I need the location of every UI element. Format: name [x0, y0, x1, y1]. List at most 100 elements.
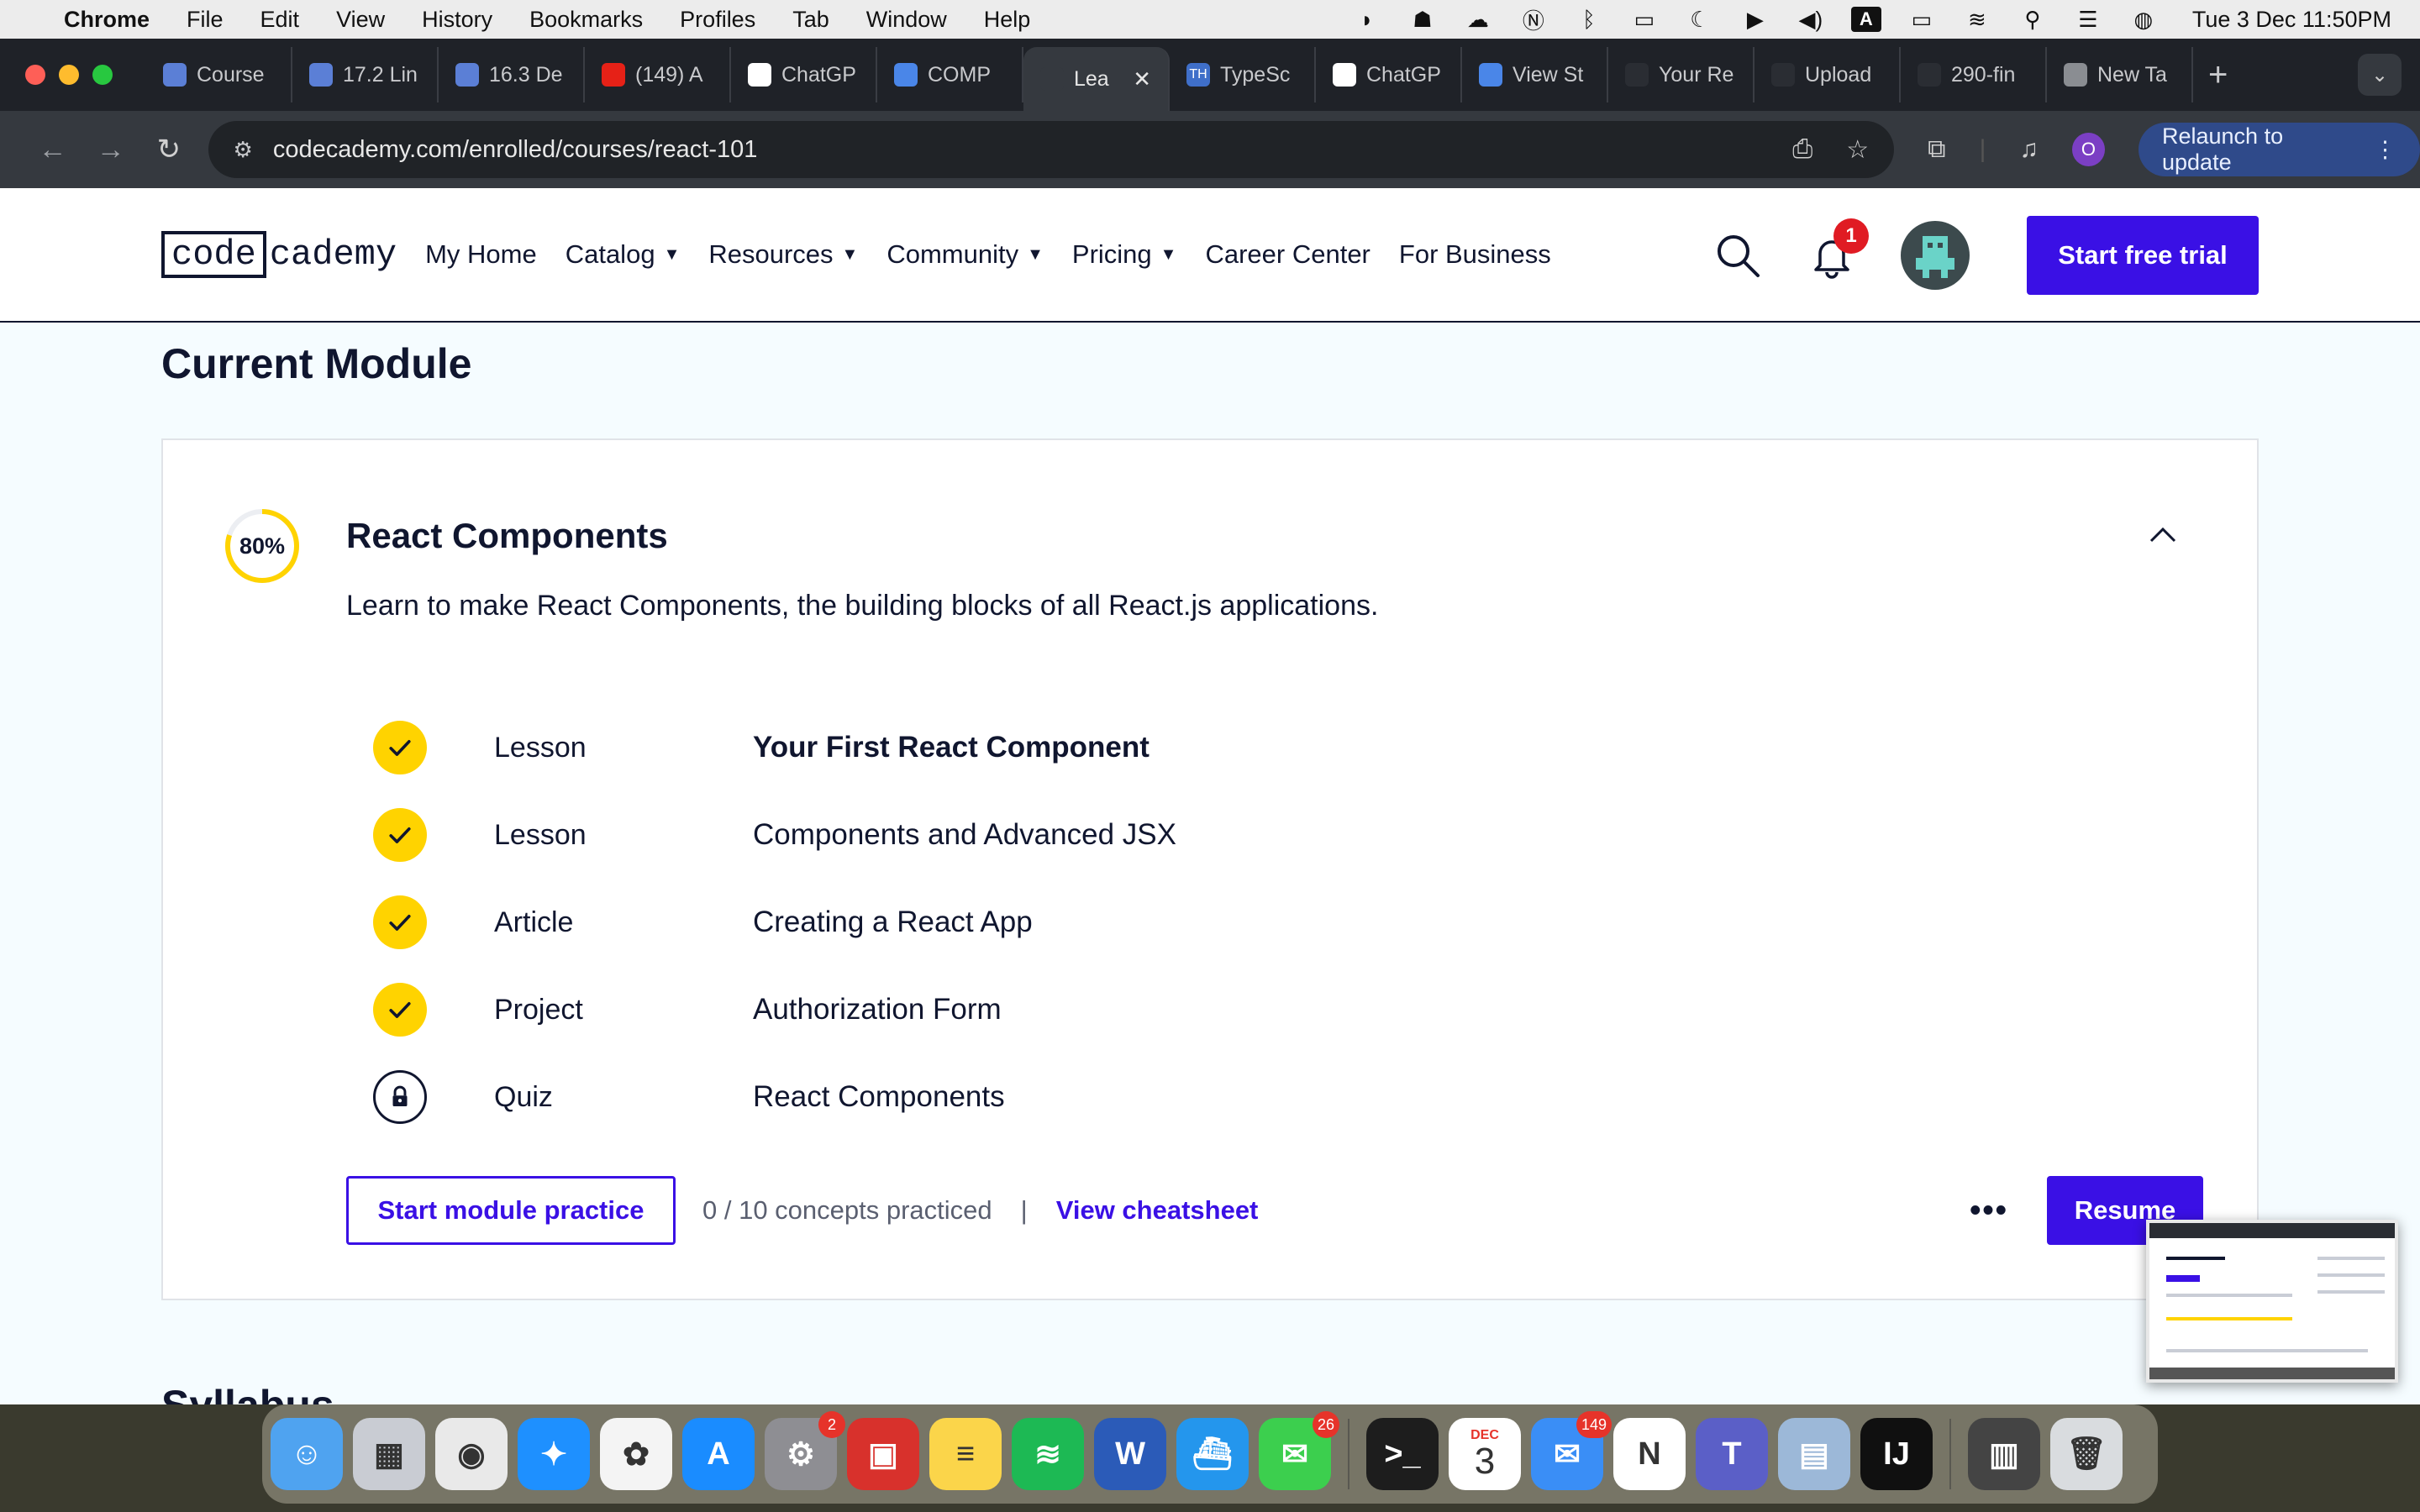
screenshot-icon[interactable]: ▥: [1968, 1418, 2040, 1490]
tab-6[interactable]: Lea ✕: [1023, 47, 1170, 111]
siri-icon[interactable]: ◍: [2128, 7, 2159, 32]
new-tab-button[interactable]: +: [2208, 56, 2228, 94]
mail-icon[interactable]: ✉ 149: [1531, 1411, 1612, 1490]
profile-avatar[interactable]: O: [2071, 133, 2105, 166]
install-app-icon[interactable]: ⎙: [1792, 135, 1812, 165]
menu-help[interactable]: Help: [984, 7, 1031, 33]
menu-view[interactable]: View: [336, 7, 385, 33]
address-bar[interactable]: ⚙ codecademy.com/enrolled/courses/react-…: [208, 121, 1895, 178]
word-icon[interactable]: W: [1094, 1418, 1166, 1490]
module-item[interactable]: Lesson Components and Advanced JSX: [373, 791, 1176, 879]
display-icon[interactable]: ▭: [1629, 7, 1660, 32]
item-name[interactable]: Creating a React App: [753, 906, 1033, 939]
tab-13[interactable]: New Ta: [2047, 47, 2193, 102]
view-cheatsheet-link[interactable]: View cheatsheet: [1056, 1195, 1259, 1226]
item-name[interactable]: Your First React Component: [753, 731, 1150, 764]
menu-profiles[interactable]: Profiles: [680, 7, 755, 33]
menubar-clock[interactable]: Tue 3 Dec 11:50PM: [2192, 7, 2391, 33]
launchpad-icon[interactable]: ▦: [353, 1418, 425, 1490]
spotify-icon[interactable]: ≋: [1012, 1418, 1084, 1490]
nav-career-center[interactable]: Career Center: [1205, 239, 1370, 270]
more-options-button[interactable]: •••: [1970, 1193, 2008, 1229]
back-button[interactable]: ←: [24, 134, 82, 166]
tab-0[interactable]: Course: [146, 47, 292, 102]
control-center-icon[interactable]: ☰: [2073, 7, 2103, 32]
nav-community[interactable]: Community ▼: [886, 239, 1044, 270]
safari-icon[interactable]: ✦: [518, 1418, 590, 1490]
app-store-icon[interactable]: A: [682, 1418, 755, 1490]
minimize-window-icon[interactable]: [59, 65, 79, 85]
notion-icon[interactable]: Ⓝ: [1518, 7, 1549, 34]
item-name[interactable]: React Components: [753, 1080, 1005, 1114]
start-module-practice-button[interactable]: Start module practice: [346, 1176, 676, 1245]
nav-for-business[interactable]: For Business: [1399, 239, 1551, 270]
tab-4[interactable]: ChatGP: [731, 47, 877, 102]
item-name[interactable]: Authorization Form: [753, 993, 1002, 1026]
menu-history[interactable]: History: [422, 7, 492, 33]
notion-icon[interactable]: N: [1613, 1418, 1686, 1490]
dash-icon[interactable]: ◗: [1352, 7, 1382, 32]
docker-icon[interactable]: ⛴: [1176, 1418, 1249, 1490]
close-tab-icon[interactable]: ✕: [1133, 66, 1151, 92]
codecademy-logo[interactable]: code cademy: [161, 231, 397, 278]
system-settings-icon[interactable]: ⚙ 2: [765, 1411, 845, 1490]
battery-icon[interactable]: ▭: [1907, 7, 1937, 32]
photo-booth-icon[interactable]: ▣: [847, 1418, 919, 1490]
nav-my-home[interactable]: My Home: [425, 239, 537, 270]
menu-window[interactable]: Window: [866, 7, 947, 33]
module-item[interactable]: Project Authorization Form: [373, 966, 1002, 1053]
nav-pricing[interactable]: Pricing ▼: [1072, 239, 1177, 270]
media-controls-icon[interactable]: ♫: [2019, 135, 2039, 164]
tab-1[interactable]: 17.2 Lin: [292, 47, 439, 102]
volume-icon[interactable]: ◀): [1796, 7, 1826, 32]
moon-icon[interactable]: ☾: [1685, 7, 1715, 32]
screenshot-thumbnail[interactable]: [2146, 1220, 2398, 1383]
calendar-icon[interactable]: DEC 3: [1449, 1418, 1521, 1490]
menu-edit[interactable]: Edit: [260, 7, 300, 33]
notifications-button[interactable]: 1: [1807, 218, 1869, 281]
terminal-icon[interactable]: >_: [1366, 1418, 1439, 1490]
menu-bookmarks[interactable]: Bookmarks: [529, 7, 643, 33]
wifi-icon[interactable]: ≋: [1962, 7, 1992, 32]
finder-icon[interactable]: ☺: [271, 1418, 343, 1490]
menu-file[interactable]: File: [187, 7, 224, 33]
teams-icon[interactable]: T: [1696, 1418, 1768, 1490]
notes-icon[interactable]: ≡: [929, 1418, 1002, 1490]
item-name[interactable]: Components and Advanced JSX: [753, 818, 1176, 852]
intellij-icon[interactable]: IJ: [1860, 1418, 1933, 1490]
tab-9[interactable]: View St: [1462, 47, 1608, 102]
keyboard-a-icon[interactable]: A: [1850, 7, 1881, 32]
tab-11[interactable]: Upload: [1754, 47, 1901, 102]
tab-3[interactable]: (149) A: [585, 47, 731, 102]
site-settings-icon[interactable]: ⚙: [234, 137, 253, 163]
tab-search-button[interactable]: ⌄: [2358, 54, 2402, 96]
cloud-icon[interactable]: ☁: [1463, 7, 1493, 32]
trash-icon[interactable]: 🗑: [2050, 1418, 2123, 1490]
play-icon[interactable]: ▶: [1740, 7, 1770, 32]
start-free-trial-button[interactable]: Start free trial: [2027, 216, 2259, 295]
tab-12[interactable]: 290-fin: [1901, 47, 2047, 102]
tab-2[interactable]: 16.3 De: [439, 47, 585, 102]
module-item[interactable]: Article Creating a React App: [373, 879, 1033, 966]
bookmark-star-icon[interactable]: ☆: [1846, 135, 1869, 165]
chrome-icon[interactable]: ◉: [435, 1418, 508, 1490]
nav-resources[interactable]: Resources ▼: [708, 239, 858, 270]
zoom-window-icon[interactable]: [92, 65, 113, 85]
reload-button[interactable]: ↻: [139, 133, 197, 166]
module-item[interactable]: Lesson Your First React Component: [373, 704, 1150, 791]
menu-tab[interactable]: Tab: [792, 7, 829, 33]
relaunch-button[interactable]: Relaunch to update ⋮: [2139, 123, 2420, 176]
close-window-icon[interactable]: [25, 65, 45, 85]
search-icon[interactable]: [1712, 230, 1763, 281]
menu-app-name[interactable]: Chrome: [64, 7, 150, 33]
chevron-up-icon[interactable]: [2146, 517, 2180, 551]
extensions-icon[interactable]: ⧉: [1928, 135, 1945, 164]
teams-icon[interactable]: ☗: [1407, 7, 1438, 32]
bluetooth-icon[interactable]: ᛒ: [1574, 7, 1604, 32]
spotlight-icon[interactable]: ⚲: [2018, 7, 2048, 32]
tab-5[interactable]: COMP: [877, 47, 1023, 102]
messages-icon[interactable]: ✉ 26: [1259, 1411, 1339, 1490]
tab-8[interactable]: ChatGP: [1316, 47, 1462, 102]
photos-icon[interactable]: ✿: [600, 1418, 672, 1490]
user-avatar[interactable]: [1901, 221, 1970, 290]
